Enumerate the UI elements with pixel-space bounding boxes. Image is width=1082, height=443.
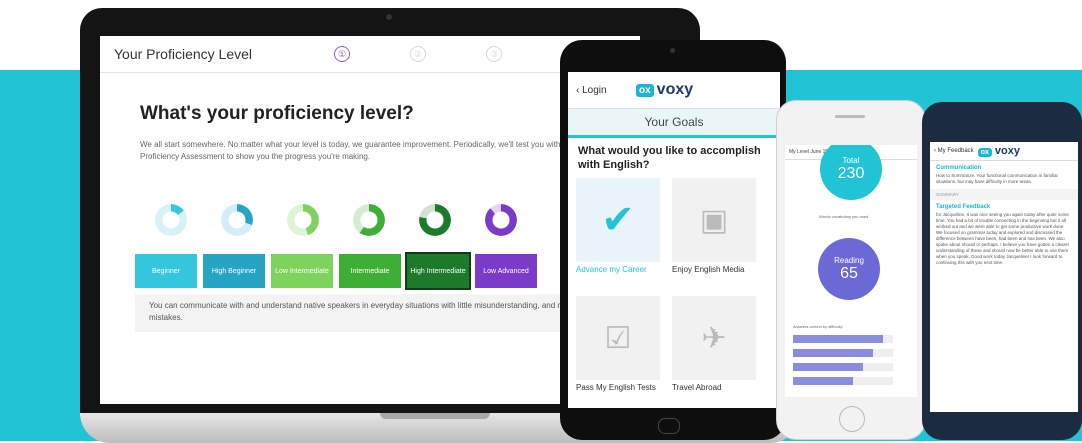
goal-card-career[interactable]: ✔ Advance my Career [576, 178, 664, 288]
airplane-icon: ✈ [672, 296, 756, 380]
page-title: Your Proficiency Level [114, 46, 253, 62]
section-heading: Communication [936, 165, 982, 171]
reading-score-circle: Reading 65 [818, 238, 880, 300]
speaker-icon [835, 115, 865, 118]
back-button[interactable]: ‹ My Feedback [934, 148, 974, 154]
goal-card-media[interactable]: ▣ Enjoy English Media [672, 178, 760, 288]
camera-icon [670, 48, 675, 53]
bar-track [793, 377, 893, 385]
voxy-logo: ox voxy [977, 145, 1020, 157]
bar-fill [793, 377, 853, 385]
chart-bar-row [793, 377, 911, 385]
vocab-note: Words vocabulary you used [819, 214, 869, 219]
laptop-screen: Your Proficiency Level ① ② ③ What's your… [100, 36, 640, 404]
goal-card-tests[interactable]: ☑ Pass My English Tests [576, 296, 664, 406]
goals-question: What would you like to accomplish with E… [578, 145, 761, 171]
level-buttons: Beginner High Beginner Low Intermediate … [135, 252, 537, 290]
level-low-advanced-button[interactable]: Low Advanced [475, 254, 537, 288]
donut-low-intermediate-icon [287, 204, 319, 236]
white-phone-screen: My Level June 19, 2017 NPA Total 230 Wor… [785, 145, 917, 397]
voxy-mark-icon: ox [977, 148, 992, 157]
level-intermediate-button[interactable]: Intermediate [339, 254, 401, 288]
goals-grid: ✔ Advance my Career ▣ Enjoy English Medi… [568, 178, 780, 406]
back-label: My Feedback [937, 148, 974, 154]
section-text: for Jacqueline, It was nice seeing you a… [936, 212, 1070, 265]
reading-value: 65 [840, 264, 858, 282]
goal-label: Pass My English Tests [576, 383, 656, 392]
camera-icon [386, 14, 392, 20]
media-icon: ▣ [672, 178, 756, 262]
donut-low-advanced-icon [485, 204, 517, 236]
feedback-topbar: ‹ My Feedback ox voxy [930, 142, 1078, 161]
home-button[interactable] [658, 418, 680, 434]
goal-card-travel[interactable]: ✈ Travel Abroad [672, 296, 760, 406]
tablet-topbar: ‹ Login ox voxy [568, 72, 780, 109]
communication-section: Communication How to Summarize. Your fun… [930, 161, 1078, 189]
logo-text: voxy [994, 145, 1020, 157]
dark-phone-screen: ‹ My Feedback ox voxy Communication How … [930, 142, 1078, 412]
progress-steps: ① ② ③ [334, 46, 502, 62]
level-high-intermediate-button[interactable]: High Intermediate [405, 252, 471, 290]
checklist-icon: ☑ [576, 296, 660, 380]
donut-high-intermediate-icon [419, 204, 451, 236]
laptop-notch [380, 413, 490, 419]
difficulty-chart: Answers correct by difficulty [793, 324, 911, 388]
chart-label: Answers correct by difficulty [793, 324, 843, 329]
chart-bar-row [793, 349, 911, 357]
chart-bar-row [793, 335, 911, 343]
level-beginner-button[interactable]: Beginner [135, 254, 197, 288]
reading-label: Reading [834, 255, 864, 265]
goals-title: Your Goals [568, 109, 780, 138]
bar-track [793, 349, 893, 357]
tablet-device: ‹ Login ox voxy Your Goals What would you… [560, 40, 786, 440]
proficiency-intro: We all start somewhere. No matter what y… [140, 140, 594, 161]
donut-high-beginner-icon [221, 204, 253, 236]
tablet-screen: ‹ Login ox voxy Your Goals What would you… [568, 72, 780, 408]
level-high-beginner-button[interactable]: High Beginner [203, 254, 265, 288]
chart-bar-row [793, 363, 911, 371]
total-score-label: Total [842, 155, 860, 165]
bar-fill [793, 349, 873, 357]
back-label: Login [582, 84, 607, 96]
step-3-icon[interactable]: ③ [486, 46, 502, 62]
section-text: How to Summarize. Your functional commun… [936, 173, 1059, 184]
laptop-header: Your Proficiency Level ① ② ③ [100, 36, 640, 73]
level-content: Total 230 Words vocabulary you used Read… [785, 145, 917, 397]
back-button[interactable]: ‹ Login [576, 85, 636, 96]
feedback-section: Targeted Feedback for Jacqueline, It was… [930, 200, 1078, 270]
goal-label: Advance my Career [576, 265, 647, 274]
white-phone-device: My Level June 19, 2017 NPA Total 230 Wor… [776, 100, 926, 440]
voxy-mark-icon: ox [636, 83, 654, 97]
goal-label: Travel Abroad [672, 383, 722, 392]
summary-separator: SUMMARY [930, 189, 1078, 200]
total-score-circle: Total 230 [820, 145, 882, 200]
step-2-icon[interactable]: ② [410, 46, 426, 62]
total-score-value: 230 [837, 164, 865, 182]
section-heading: Targeted Feedback [936, 204, 991, 210]
level-donuts [155, 204, 517, 236]
logo-text: voxy [656, 81, 694, 98]
dark-phone-device: ‹ My Feedback ox voxy Communication How … [922, 102, 1082, 440]
donut-beginner-icon [155, 204, 187, 236]
home-button[interactable] [839, 406, 865, 432]
donut-intermediate-icon [353, 204, 385, 236]
voxy-logo: ox voxy [636, 81, 693, 99]
checkmark-icon: ✔ [576, 178, 660, 262]
level-low-intermediate-button[interactable]: Low Intermediate [271, 254, 333, 288]
step-1-icon[interactable]: ① [334, 46, 350, 62]
bar-fill [793, 335, 883, 343]
goal-label: Enjoy English Media [672, 265, 745, 274]
bar-track [793, 363, 893, 371]
bar-fill [793, 363, 863, 371]
bar-track [793, 335, 893, 343]
